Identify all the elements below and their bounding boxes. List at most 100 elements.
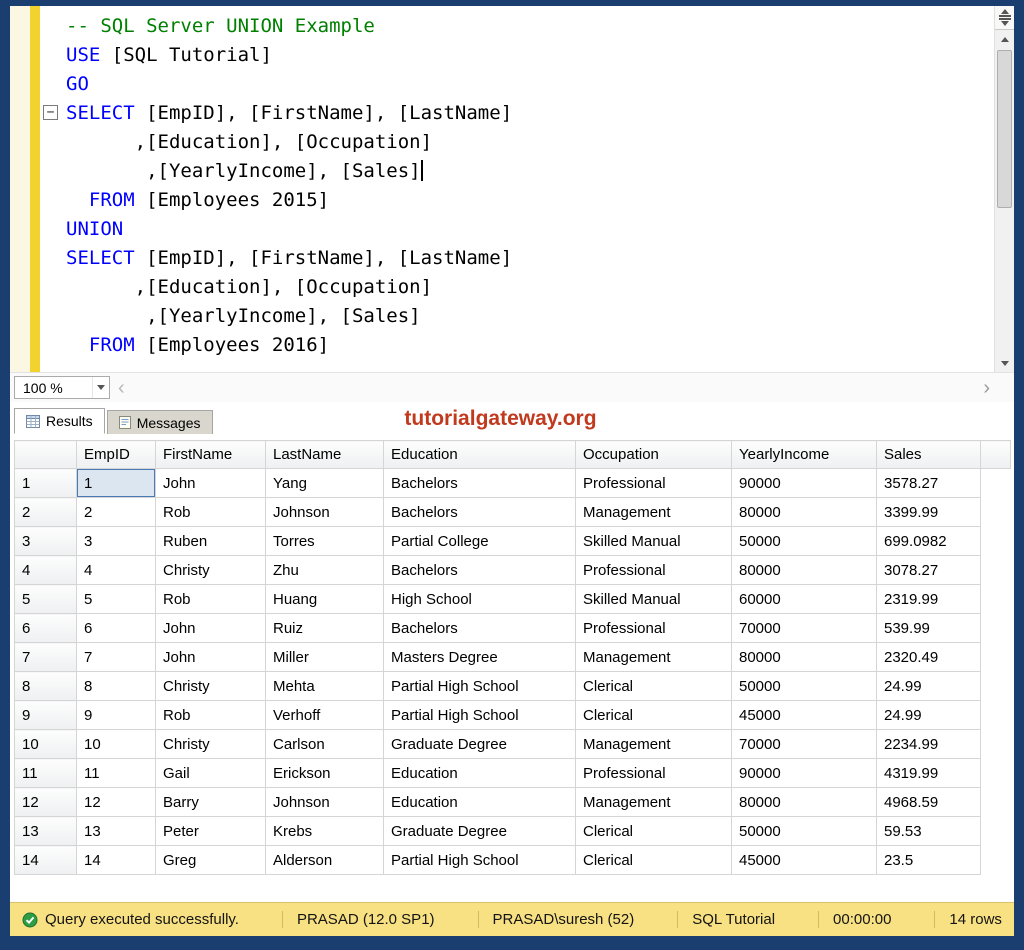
row-header[interactable]: 10 xyxy=(15,730,77,759)
column-header-firstname[interactable]: FirstName xyxy=(156,441,266,469)
grid-cell[interactable]: 24.99 xyxy=(877,672,981,701)
row-header[interactable]: 9 xyxy=(15,701,77,730)
grid-cell[interactable]: Clerical xyxy=(576,817,732,846)
grid-cell[interactable]: Management xyxy=(576,643,732,672)
grid-cell[interactable]: 10 xyxy=(77,730,156,759)
grid-cell[interactable]: 50000 xyxy=(732,672,877,701)
grid-cell[interactable]: Carlson xyxy=(266,730,384,759)
grid-cell[interactable]: Partial High School xyxy=(384,846,576,875)
grid-cell[interactable]: 1 xyxy=(77,469,156,498)
grid-cell[interactable]: Bachelors xyxy=(384,556,576,585)
window-splitter-handle[interactable] xyxy=(995,6,1014,30)
row-header[interactable]: 1 xyxy=(15,469,77,498)
row-header[interactable]: 12 xyxy=(15,788,77,817)
grid-cell[interactable]: 9 xyxy=(77,701,156,730)
grid-cell[interactable]: 45000 xyxy=(732,846,877,875)
grid-cell[interactable]: 23.5 xyxy=(877,846,981,875)
grid-cell[interactable]: 13 xyxy=(77,817,156,846)
grid-cell[interactable]: Partial College xyxy=(384,527,576,556)
editor-vertical-scrollbar[interactable] xyxy=(994,6,1014,372)
grid-cell[interactable]: Bachelors xyxy=(384,469,576,498)
grid-cell[interactable]: Education xyxy=(384,788,576,817)
grid-cell[interactable]: Johnson xyxy=(266,788,384,817)
grid-cell[interactable]: 7 xyxy=(77,643,156,672)
grid-cell[interactable]: Mehta xyxy=(266,672,384,701)
grid-cell[interactable]: 14 xyxy=(77,846,156,875)
grid-cell[interactable]: Skilled Manual xyxy=(576,585,732,614)
grid-cell[interactable]: 59.53 xyxy=(877,817,981,846)
grid-cell[interactable]: Professional xyxy=(576,556,732,585)
grid-cell[interactable]: 3578.27 xyxy=(877,469,981,498)
grid-cell[interactable]: 4968.59 xyxy=(877,788,981,817)
grid-cell[interactable]: 4 xyxy=(77,556,156,585)
tab-messages[interactable]: Messages xyxy=(107,410,213,434)
grid-cell[interactable]: 80000 xyxy=(732,556,877,585)
grid-cell[interactable]: Professional xyxy=(576,759,732,788)
scrollbar-track[interactable] xyxy=(995,48,1014,354)
grid-cell[interactable]: John xyxy=(156,614,266,643)
grid-cell[interactable]: Rob xyxy=(156,498,266,527)
grid-cell[interactable]: Christy xyxy=(156,730,266,759)
grid-cell[interactable]: 11 xyxy=(77,759,156,788)
row-header[interactable]: 13 xyxy=(15,817,77,846)
grid-cell[interactable]: Management xyxy=(576,788,732,817)
row-header[interactable]: 5 xyxy=(15,585,77,614)
grid-cell[interactable]: 8 xyxy=(77,672,156,701)
grid-cell[interactable]: 90000 xyxy=(732,759,877,788)
sql-code[interactable]: -- SQL Server UNION ExampleUSE [SQL Tuto… xyxy=(40,6,994,372)
row-header[interactable]: 2 xyxy=(15,498,77,527)
grid-cell[interactable]: 4319.99 xyxy=(877,759,981,788)
grid-cell[interactable]: Partial High School xyxy=(384,672,576,701)
column-header-yearlyincome[interactable]: YearlyIncome xyxy=(732,441,877,469)
column-header-education[interactable]: Education xyxy=(384,441,576,469)
grid-cell[interactable]: Partial High School xyxy=(384,701,576,730)
grid-cell[interactable]: Huang xyxy=(266,585,384,614)
grid-cell[interactable]: Management xyxy=(576,730,732,759)
grid-cell[interactable]: Professional xyxy=(576,469,732,498)
grid-cell[interactable]: 80000 xyxy=(732,788,877,817)
grid-cell[interactable]: Barry xyxy=(156,788,266,817)
grid-cell[interactable]: Graduate Degree xyxy=(384,730,576,759)
zoom-dropdown-button[interactable] xyxy=(92,377,109,398)
grid-cell[interactable]: Torres xyxy=(266,527,384,556)
grid-cell[interactable]: Christy xyxy=(156,556,266,585)
grid-cell[interactable]: Professional xyxy=(576,614,732,643)
grid-cell[interactable]: 2319.99 xyxy=(877,585,981,614)
grid-cell[interactable]: Graduate Degree xyxy=(384,817,576,846)
row-header[interactable]: 11 xyxy=(15,759,77,788)
grid-cell[interactable]: Gail xyxy=(156,759,266,788)
grid-cell[interactable]: Johnson xyxy=(266,498,384,527)
grid-cell[interactable]: 80000 xyxy=(732,498,877,527)
grid-cell[interactable]: Clerical xyxy=(576,846,732,875)
grid-cell[interactable]: Krebs xyxy=(266,817,384,846)
scroll-left-button[interactable]: ‹ xyxy=(110,378,133,398)
grid-cell[interactable]: Erickson xyxy=(266,759,384,788)
grid-cell[interactable]: 70000 xyxy=(732,614,877,643)
grid-cell[interactable]: 6 xyxy=(77,614,156,643)
tab-results[interactable]: Results xyxy=(14,408,105,434)
grid-cell[interactable]: 699.0982 xyxy=(877,527,981,556)
grid-cell[interactable]: Ruiz xyxy=(266,614,384,643)
row-header[interactable]: 14 xyxy=(15,846,77,875)
grid-cell[interactable]: Rob xyxy=(156,701,266,730)
grid-cell[interactable]: 80000 xyxy=(732,643,877,672)
code-fold-minus-icon[interactable]: − xyxy=(43,105,58,120)
grid-cell[interactable]: 50000 xyxy=(732,527,877,556)
grid-cell[interactable]: Peter xyxy=(156,817,266,846)
grid-cell[interactable]: Bachelors xyxy=(384,614,576,643)
grid-cell[interactable]: Zhu xyxy=(266,556,384,585)
column-header-empid[interactable]: EmpID xyxy=(77,441,156,469)
scrollbar-thumb[interactable] xyxy=(997,50,1012,208)
grid-cell[interactable]: Christy xyxy=(156,672,266,701)
grid-cell[interactable]: Ruben xyxy=(156,527,266,556)
row-header[interactable]: 8 xyxy=(15,672,77,701)
grid-cell[interactable]: 3399.99 xyxy=(877,498,981,527)
grid-cell[interactable]: 2234.99 xyxy=(877,730,981,759)
zoom-selector[interactable]: 100 % xyxy=(14,376,110,399)
grid-cell[interactable]: Alderson xyxy=(266,846,384,875)
grid-cell[interactable]: 60000 xyxy=(732,585,877,614)
row-header[interactable]: 4 xyxy=(15,556,77,585)
grid-cell[interactable]: 2 xyxy=(77,498,156,527)
grid-cell[interactable]: 50000 xyxy=(732,817,877,846)
grid-cell[interactable]: Rob xyxy=(156,585,266,614)
